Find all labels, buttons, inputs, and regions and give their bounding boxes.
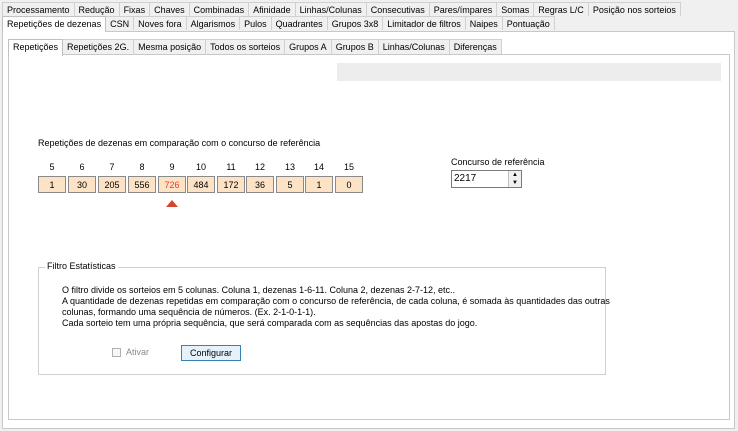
checkbox-box[interactable]: [112, 347, 121, 357]
subtab-linhas-colunas[interactable]: Linhas/Colunas: [377, 39, 450, 54]
tab-posicao-sorteios[interactable]: Posição nos sorteios: [587, 2, 681, 16]
ativar-checkbox[interactable]: Ativar: [112, 347, 149, 357]
column-label: 15: [343, 162, 354, 172]
value-box[interactable]: 1: [38, 176, 66, 193]
value-box[interactable]: 172: [217, 176, 245, 193]
filter-description-line: colunas, formando uma sequência de númer…: [62, 307, 316, 317]
column-label: 10: [195, 162, 206, 172]
tab-quadrantes[interactable]: Quadrantes: [270, 16, 328, 30]
column-label: 12: [254, 162, 265, 172]
column-label: 5: [49, 162, 55, 172]
sub-tab-row: Repetições Repetições 2G. Mesma posição …: [8, 39, 502, 56]
main-tab-row-1: Processamento Redução Fixas Chaves Combi…: [2, 2, 681, 17]
value-box-selected[interactable]: 726: [158, 176, 186, 193]
reference-label: Concurso de referência: [451, 157, 545, 167]
tab-pontuacao[interactable]: Pontuação: [501, 16, 555, 30]
subtab-repeticoes[interactable]: Repetições: [8, 39, 64, 56]
tab-noves-fora[interactable]: Noves fora: [133, 16, 187, 30]
tab-naipes[interactable]: Naipes: [464, 16, 503, 30]
tab-pulos[interactable]: Pulos: [239, 16, 272, 30]
value-box[interactable]: 0: [335, 176, 363, 193]
tab-pares-impares[interactable]: Pares/ímpares: [428, 2, 498, 16]
tab-linhas-colunas[interactable]: Linhas/Colunas: [294, 2, 367, 16]
filter-description-line: O filtro divide os sorteios em 5 colunas…: [62, 285, 456, 295]
tab-csn[interactable]: CSN: [105, 16, 135, 30]
column-label: 9: [169, 162, 175, 172]
tab-repeticoes-dezenas[interactable]: Repetições de dezenas: [2, 16, 107, 32]
reference-value[interactable]: 2217: [454, 173, 476, 184]
configurar-button[interactable]: Configurar: [181, 345, 241, 361]
value-box[interactable]: 30: [68, 176, 96, 193]
tab-limitador-filtros[interactable]: Limitador de filtros: [382, 16, 466, 30]
value-box[interactable]: 36: [246, 176, 274, 193]
reference-spinbox[interactable]: 2217 ▲ ▼: [451, 170, 522, 188]
value-box[interactable]: 1: [305, 176, 333, 193]
subtab-todos-sorteios[interactable]: Todos os sorteios: [205, 39, 286, 54]
spin-up-icon[interactable]: ▲: [509, 171, 521, 179]
tab-consecutivas[interactable]: Consecutivas: [365, 2, 430, 16]
section-heading: Repetições de dezenas em comparação com …: [38, 138, 321, 148]
tab-combinadas[interactable]: Combinadas: [188, 2, 250, 16]
value-box[interactable]: 205: [98, 176, 126, 193]
value-box[interactable]: 484: [187, 176, 215, 193]
tab-somas[interactable]: Somas: [496, 2, 535, 16]
tab-chaves[interactable]: Chaves: [149, 2, 190, 16]
spin-down-icon[interactable]: ▼: [509, 179, 521, 187]
tab-afinidade[interactable]: Afinidade: [248, 2, 296, 16]
tab-regras-lc[interactable]: Regras L/C: [533, 2, 589, 16]
filter-description-line: A quantidade de dezenas repetidas em com…: [62, 296, 610, 306]
status-bar: [337, 63, 721, 81]
tab-processamento[interactable]: Processamento: [2, 2, 75, 16]
tab-reducao[interactable]: Redução: [73, 2, 120, 16]
subtab-mesma-posicao[interactable]: Mesma posição: [133, 39, 207, 54]
ativar-label: Ativar: [126, 347, 150, 357]
column-label: 8: [139, 162, 145, 172]
column-label: 14: [313, 162, 324, 172]
subtab-grupos-b[interactable]: Grupos B: [330, 39, 379, 54]
column-label: 6: [79, 162, 85, 172]
column-label: 7: [109, 162, 115, 172]
column-label: 11: [226, 162, 236, 172]
main-tab-row-2: Repetições de dezenas CSN Noves fora Alg…: [2, 16, 555, 32]
column-label: 13: [284, 162, 295, 172]
subtab-repeticoes-2g[interactable]: Repetições 2G.: [62, 39, 135, 54]
value-box[interactable]: 556: [128, 176, 156, 193]
tab-fixas[interactable]: Fixas: [118, 2, 151, 16]
subtab-grupos-a[interactable]: Grupos A: [284, 39, 332, 54]
subtab-diferencas[interactable]: Diferenças: [448, 39, 502, 54]
value-box[interactable]: 5: [276, 176, 304, 193]
spin-buttons: ▲ ▼: [508, 171, 521, 187]
filter-groupbox-title: Filtro Estatísticas: [45, 261, 118, 271]
tab-algarismos[interactable]: Algarismos: [185, 16, 241, 30]
selection-marker-icon: [166, 200, 178, 207]
tab-grupos-3x8[interactable]: Grupos 3x8: [326, 16, 384, 30]
filter-description-line: Cada sorteio tem uma própria sequência, …: [62, 318, 478, 328]
